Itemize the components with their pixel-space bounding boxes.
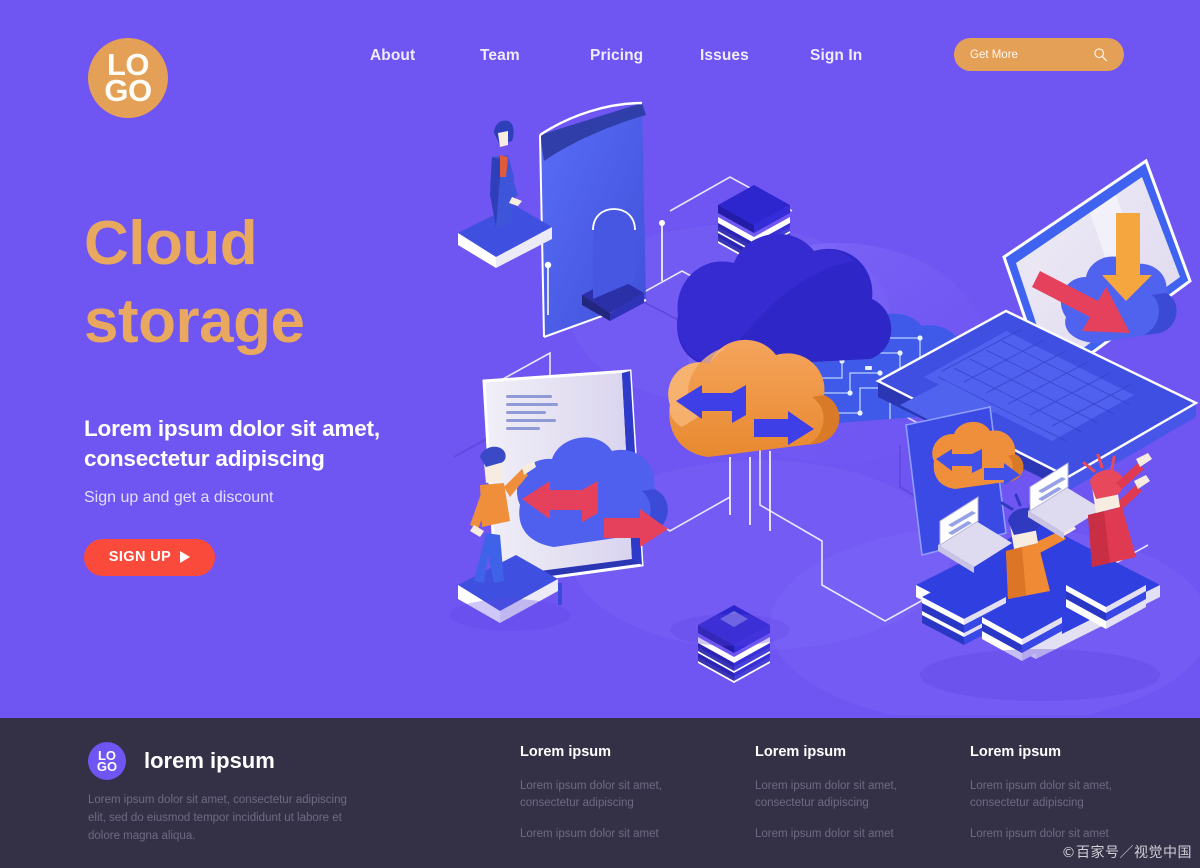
hero-subtitle: Lorem ipsum dolor sit amet, consectetur … bbox=[84, 414, 484, 475]
page-title-line1: Cloud bbox=[84, 209, 258, 278]
nav-item-team[interactable]: Team bbox=[480, 42, 590, 70]
footer-column-3-link-1[interactable]: Lorem ipsum dolor sit amet, consectetur … bbox=[970, 778, 1145, 813]
landing-page: LO GO About Team Pricing Issues Sign In … bbox=[0, 0, 1200, 868]
nav-item-about[interactable]: About bbox=[370, 42, 480, 70]
site-header: LO GO About Team Pricing Issues Sign In … bbox=[0, 0, 1200, 150]
hero-subtitle-line1: Lorem ipsum dolor sit amet, bbox=[84, 416, 380, 441]
footer-column-2-heading: Lorem ipsum bbox=[755, 744, 847, 760]
logo-text-line2: GO bbox=[104, 73, 152, 108]
footer-column-2-link-1[interactable]: Lorem ipsum dolor sit amet, consectetur … bbox=[755, 778, 930, 813]
search-icon bbox=[1094, 48, 1107, 62]
footer-logo-line2: GO bbox=[96, 759, 118, 774]
nav-item-pricing[interactable]: Pricing bbox=[590, 42, 700, 70]
footer-column-2-link-2[interactable]: Lorem ipsum dolor sit amet bbox=[755, 826, 930, 843]
footer-column-1: Lorem ipsum Lorem ipsum dolor sit amet, … bbox=[520, 744, 695, 856]
footer-description: Lorem ipsum dolor sit amet, consectetur … bbox=[88, 794, 347, 842]
footer-column-3-link-2[interactable]: Lorem ipsum dolor sit amet bbox=[970, 826, 1145, 843]
watermark: ©百家号／视觉中国 bbox=[1061, 845, 1192, 861]
page-title-line2: storage bbox=[84, 286, 305, 356]
footer-column-1-heading: Lorem ipsum bbox=[520, 744, 612, 760]
footer-logo[interactable]: LO GO bbox=[88, 742, 126, 780]
hero-note: Sign up and get a discount bbox=[84, 488, 274, 506]
hero-section: Cloud storage Lorem ipsum dolor sit amet… bbox=[84, 205, 484, 576]
play-triangle-icon bbox=[180, 551, 191, 564]
footer-column-1-link-2[interactable]: Lorem ipsum dolor sit amet bbox=[520, 826, 695, 843]
page-title: Cloud storage bbox=[84, 205, 484, 360]
footer-column-3-heading: Lorem ipsum bbox=[970, 744, 1062, 760]
footer-column-3: Lorem ipsum Lorem ipsum dolor sit amet, … bbox=[970, 744, 1145, 856]
main-navigation: About Team Pricing Issues Sign In bbox=[370, 42, 920, 70]
get-more-label: Get More bbox=[970, 48, 1018, 61]
header-logo[interactable]: LO GO bbox=[88, 38, 168, 118]
sign-up-button[interactable]: SIGN UP bbox=[84, 538, 215, 576]
hero-subtitle-line2: consectetur adipiscing bbox=[84, 446, 325, 472]
get-more-button[interactable]: Get More bbox=[954, 38, 1124, 71]
nav-item-issues[interactable]: Issues bbox=[700, 42, 810, 70]
sign-up-label: SIGN UP bbox=[108, 549, 172, 566]
footer-column-2: Lorem ipsum Lorem ipsum dolor sit amet, … bbox=[755, 744, 930, 856]
isometric-cloud-storage-illustration bbox=[430, 85, 1200, 715]
footer-brand-name: lorem ipsum bbox=[144, 748, 275, 773]
footer-column-1-link-1[interactable]: Lorem ipsum dolor sit amet, consectetur … bbox=[520, 778, 695, 813]
nav-item-sign-in[interactable]: Sign In bbox=[810, 42, 920, 70]
